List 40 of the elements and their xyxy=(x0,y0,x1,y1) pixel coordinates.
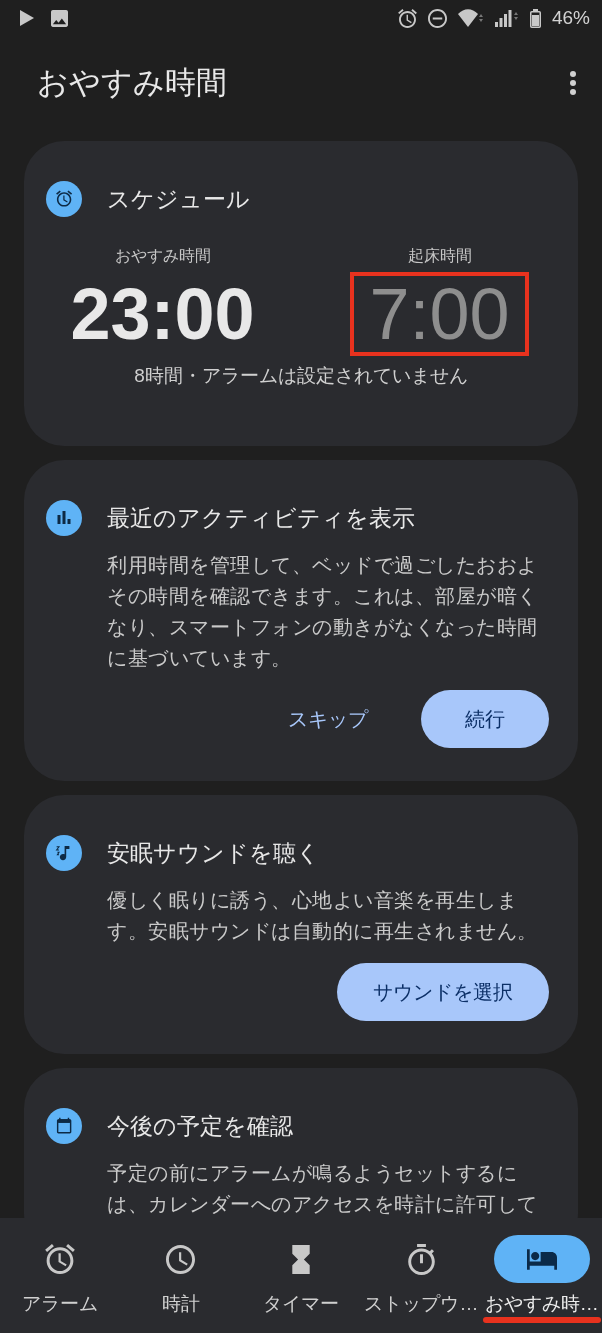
schedule-card[interactable]: スケジュール おやすみ時間 23:00 起床時間 7:00 8時間・アラームは設定されていません xyxy=(24,141,578,446)
time-value[interactable]: 23:00 xyxy=(70,276,255,352)
music-note-icon xyxy=(46,835,82,871)
filled-button[interactable]: サウンドを選択 xyxy=(337,963,549,1021)
calendar-icon xyxy=(46,1108,82,1144)
image-icon xyxy=(51,9,68,27)
do-not-disturb-icon xyxy=(427,8,447,28)
card-title: 最近のアクティビティを表示 xyxy=(107,504,415,533)
battery-percentage: 46% xyxy=(551,7,590,29)
card-title: スケジュール xyxy=(107,185,250,214)
page-title: おやすみ時間 xyxy=(37,64,227,102)
card-title: 今後の予定を確認 xyxy=(107,1112,293,1141)
more-options-icon[interactable] xyxy=(570,71,576,95)
time-label: おやすみ時間 xyxy=(114,246,211,266)
alarm-icon xyxy=(397,8,417,28)
filled-button[interactable]: 続行 xyxy=(421,690,549,748)
hourglass-icon xyxy=(292,1244,310,1274)
time-label: 起床時間 xyxy=(407,246,472,266)
time-value[interactable]: 7:00 xyxy=(369,276,510,352)
nav-tab[interactable]: アラーム xyxy=(12,1218,109,1316)
clock-icon xyxy=(166,1244,196,1274)
signal-icon xyxy=(494,9,519,27)
stopwatch-icon xyxy=(407,1243,435,1275)
nav-tab[interactable]: ストップウ… xyxy=(364,1218,479,1316)
bed-icon xyxy=(526,1248,557,1270)
bar-chart-icon xyxy=(46,500,82,536)
nav-tab[interactable]: おやすみ時… xyxy=(484,1218,599,1316)
play-icon xyxy=(20,10,34,26)
alarm-clock-icon xyxy=(46,181,82,217)
alarm-clock-icon xyxy=(45,1244,76,1274)
wifi-icon xyxy=(457,9,484,27)
card-title: 安眠サウンドを聴く xyxy=(107,839,320,868)
card-description: 予定の前にアラームが鳴るようセットするには、カレンダーへのアクセスを時計に許可して xyxy=(107,1161,539,1217)
battery-icon xyxy=(529,8,541,28)
card-description: 優しく眠りに誘う、心地よい音楽を再生します。安眠サウンドは自動的に再生されません。 xyxy=(107,888,539,944)
nav-tab[interactable]: 時計 xyxy=(132,1218,229,1316)
schedule-summary: 8時間・アラームは設定されていません xyxy=(133,364,469,388)
nav-tab[interactable]: タイマー xyxy=(253,1218,349,1316)
text-button[interactable]: スキップ xyxy=(272,690,384,748)
card-description: 利用時間を管理して、ベッドで過ごしたおおよその時間を確認できます。これは、部屋が暗くなり、スマートフォンの動きがなくなった時間に基づいています。 xyxy=(107,553,539,671)
